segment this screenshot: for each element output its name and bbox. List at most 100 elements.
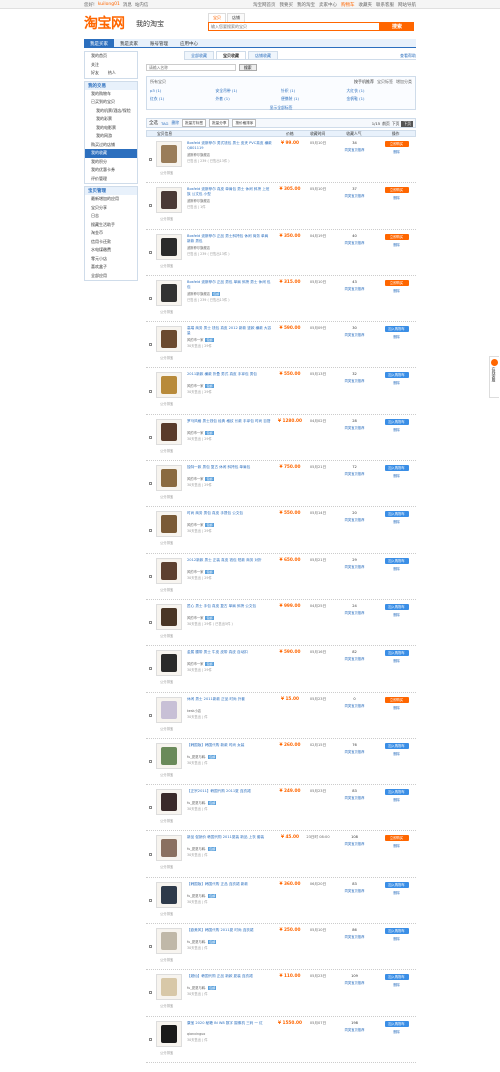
sidebar-item[interactable]: 全部应用	[85, 272, 137, 281]
buy-button[interactable]: 加入购物车	[384, 511, 409, 518]
row-recommend[interactable]: 公分排宝	[160, 726, 173, 731]
product-title[interactable]: 新品 促销价 韩国代购 2011夏装 新品 上衣 套装	[187, 835, 272, 845]
similar-link[interactable]: 同类宝贝推荐	[332, 517, 377, 522]
row-recommend[interactable]: 公分排宝	[160, 401, 173, 406]
product-thumbnail[interactable]	[156, 696, 182, 723]
category-tag[interactable]: 安全吊带 (1)	[216, 88, 282, 94]
row-recommend[interactable]: 公分排宝	[160, 864, 173, 869]
product-thumbnail[interactable]	[156, 326, 182, 353]
product-thumbnail[interactable]	[156, 789, 182, 816]
buy-button[interactable]: 立即购买	[384, 141, 409, 147]
tab-shops[interactable]: 店铺收藏	[248, 51, 278, 59]
product-title[interactable]: 【正宗2011】韩国代购 2011夏 连衣裙	[187, 789, 272, 799]
product-thumbnail[interactable]	[156, 928, 182, 955]
delete-link[interactable]: 删除	[377, 380, 416, 385]
search-input[interactable]	[208, 22, 380, 31]
next-page[interactable]: 下页	[392, 121, 400, 127]
cart-link[interactable]: 购物车	[341, 2, 355, 8]
top-link[interactable]: 卖家中心	[319, 2, 337, 8]
seller-name[interactable]: 风的市一家	[187, 662, 203, 666]
delete-link[interactable]: 删除	[377, 843, 416, 848]
similar-link[interactable]: 同类宝贝推荐	[332, 286, 377, 291]
top-link[interactable]: 淘宝网首页	[253, 2, 276, 8]
row-checkbox[interactable]	[146, 322, 155, 367]
sidebar-item[interactable]: 我的首页	[85, 52, 137, 61]
tab-items[interactable]: 宝贝收藏	[216, 51, 246, 59]
row-recommend[interactable]: 公分排宝	[160, 633, 173, 638]
row-checkbox[interactable]	[146, 785, 155, 830]
sidebar-item[interactable]: 淘金币	[85, 229, 137, 238]
product-title[interactable]: 2012新款 男士 正装 真皮 钱包 短款 商务 对折	[187, 558, 272, 568]
buy-button[interactable]: 加入购物车	[384, 928, 409, 935]
seller-name[interactable]: 风的市一家	[187, 616, 203, 620]
row-recommend[interactable]: 公分排宝	[160, 818, 173, 823]
row-checkbox[interactable]	[146, 1017, 155, 1062]
row-recommend[interactable]: 公分排宝	[160, 494, 173, 499]
row-checkbox[interactable]	[146, 461, 155, 506]
sidebar-item-favorites[interactable]: 我的收藏	[85, 149, 137, 158]
row-recommend[interactable]: 公分排宝	[160, 587, 173, 592]
buy-button[interactable]: 立即购买	[384, 835, 409, 842]
seller-name[interactable]: 风的市一家	[187, 523, 203, 527]
sidebar-item[interactable]: 我的彩票	[85, 115, 137, 124]
row-recommend[interactable]: 公分排宝	[160, 1050, 173, 1055]
tag-action[interactable]: TAG	[161, 121, 169, 126]
seller-name[interactable]: 波斯菲尔旗舰店	[187, 199, 210, 203]
similar-link[interactable]: 同类宝贝推荐	[332, 934, 377, 939]
similar-link[interactable]: 同类宝贝推荐	[332, 749, 377, 754]
product-title[interactable]: 康宝 2020 秘籍 IN W8 数字 摄像机 三码 一 红	[187, 1021, 272, 1031]
buy-button[interactable]: 加入购物车	[384, 881, 409, 888]
similar-link[interactable]: 同类宝贝推荐	[332, 378, 377, 383]
row-recommend[interactable]: 公分排宝	[160, 540, 173, 545]
top-link[interactable]: 我要买	[280, 2, 294, 8]
row-checkbox[interactable]	[146, 924, 155, 969]
buy-button[interactable]: 加入购物车	[384, 742, 409, 749]
product-thumbnail[interactable]	[156, 418, 182, 445]
similar-link[interactable]: 同类宝贝推荐	[332, 564, 377, 569]
product-title[interactable]: 高端 商务 男士 钱包 真皮 2012 新款 竖款 横款 大容量	[187, 326, 272, 336]
delete-action[interactable]: 删除	[172, 120, 180, 126]
product-title[interactable]: 【超仙】韩国代购 正品 新款 夏装 连衣裙	[187, 974, 272, 984]
mobile-recommend-toggle[interactable]: 按手机推荐	[354, 79, 374, 85]
sidebar-item[interactable]: 零元小店	[85, 255, 137, 264]
product-thumbnail[interactable]	[156, 1020, 182, 1047]
sidebar-item[interactable]: 日志	[85, 212, 137, 221]
product-title[interactable]: 【韩国版】韩国代购 新款 时尚 女装	[187, 743, 272, 753]
row-checkbox[interactable]	[146, 415, 155, 460]
row-checkbox[interactable]	[146, 831, 155, 876]
buy-button[interactable]: 加入购物车	[384, 974, 409, 981]
row-checkbox[interactable]	[146, 276, 155, 321]
product-thumbnail[interactable]	[156, 465, 182, 492]
product-thumbnail[interactable]	[156, 742, 182, 769]
row-checkbox[interactable]	[146, 970, 155, 1015]
row-checkbox[interactable]	[146, 137, 155, 182]
row-recommend[interactable]: 公分排宝	[160, 309, 173, 314]
sidebar-item[interactable]: 我的机票/酒店/保险	[85, 107, 137, 116]
nav-account[interactable]: 账号管理	[144, 39, 174, 47]
buy-button[interactable]: 加入购物车	[384, 372, 409, 379]
buy-button[interactable]: 加入购物车	[384, 650, 409, 657]
sidebar-item[interactable]: 我的网游	[85, 132, 137, 141]
row-checkbox[interactable]	[146, 739, 155, 784]
seller-name[interactable]: 风的市一家	[187, 338, 203, 342]
sidebar-item[interactable]: 喜欢盒子	[85, 263, 137, 272]
row-checkbox[interactable]	[146, 507, 155, 552]
online-service-tab[interactable]: 在线客服	[489, 356, 499, 398]
buy-button[interactable]: 加入购物车	[384, 557, 409, 564]
category-tag[interactable]: 针织 (1)	[281, 88, 347, 94]
similar-link[interactable]: 同类宝贝推荐	[332, 656, 377, 661]
product-thumbnail[interactable]	[156, 141, 182, 167]
tab-all[interactable]: 全部收藏	[184, 51, 214, 59]
row-recommend[interactable]: 公分排宝	[160, 170, 173, 175]
col-date[interactable]: 收藏时间	[304, 131, 332, 137]
product-title[interactable]: 时尚 商务 男包 真皮 手提包 公文包	[187, 511, 272, 521]
row-recommend[interactable]: 公分排宝	[160, 679, 173, 684]
sort-price-button[interactable]: 按价格排序	[232, 119, 257, 127]
row-recommend[interactable]: 公分排宝	[160, 772, 173, 777]
similar-link[interactable]: 同类宝贝推荐	[332, 980, 377, 985]
nav-apps[interactable]: 应用中心	[174, 39, 204, 47]
category-tag[interactable]: 便携装 (1)	[281, 96, 347, 102]
delete-link[interactable]: 删除	[377, 288, 416, 293]
top-link[interactable]: 我的淘宝	[297, 2, 315, 8]
batch-tag-button[interactable]: 批量打标签	[182, 119, 207, 127]
